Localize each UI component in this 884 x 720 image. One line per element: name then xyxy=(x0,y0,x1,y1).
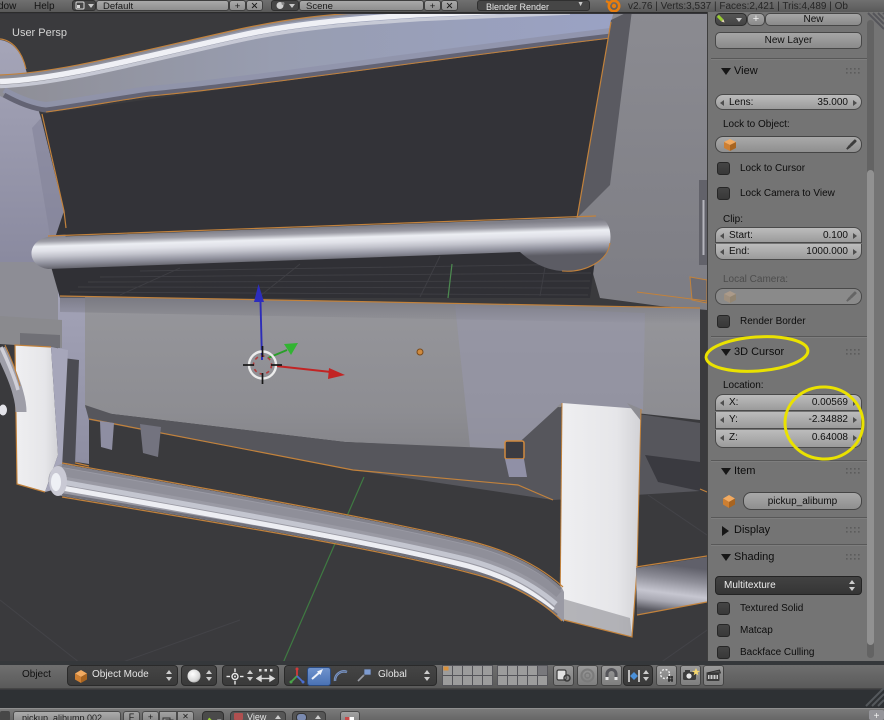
svg-text:User Persp: User Persp xyxy=(12,27,67,39)
